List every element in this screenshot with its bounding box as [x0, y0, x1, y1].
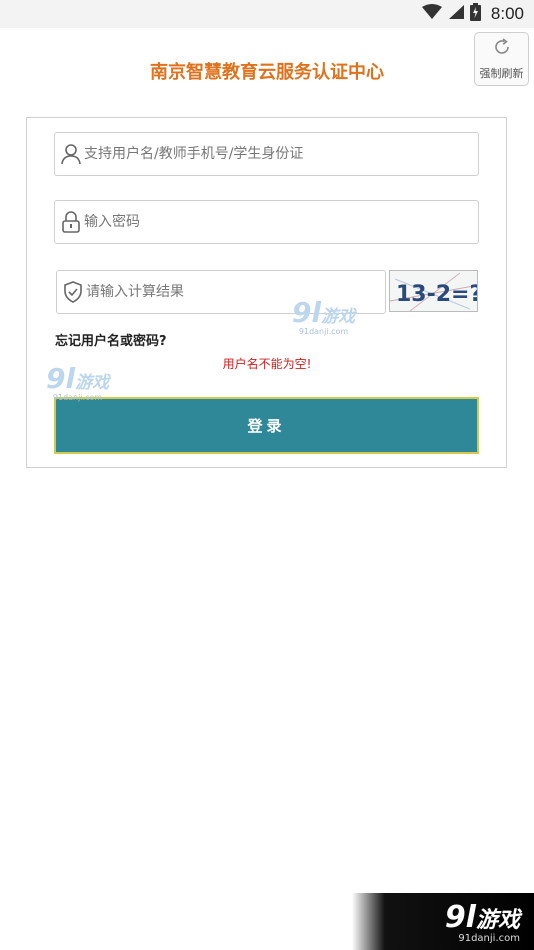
user-icon	[60, 143, 82, 165]
watermark-url: 91danji.com	[458, 932, 520, 944]
status-bar: 8:00	[0, 0, 534, 28]
cellular-signal-icon	[448, 4, 464, 24]
username-field-box	[54, 132, 479, 176]
forgot-password-link[interactable]: 忘记用户名或密码?	[55, 330, 167, 349]
password-field-box	[54, 200, 479, 244]
captcha-field-box	[56, 270, 386, 314]
login-button[interactable]: 登录	[54, 397, 479, 454]
captcha-input[interactable]	[84, 271, 385, 313]
refresh-icon	[492, 37, 512, 65]
password-input[interactable]	[82, 201, 478, 243]
captcha-text: 13-2=?	[396, 282, 478, 307]
status-time: 8:00	[490, 4, 524, 23]
error-message: 用户名不能为空!	[222, 357, 312, 371]
page-title: 南京智慧教育云服务认证中心	[150, 62, 384, 83]
force-refresh-button[interactable]: 强制刷新	[474, 32, 529, 86]
status-icons: 8:00	[421, 3, 524, 25]
captcha-image[interactable]: 13-2=?	[389, 270, 478, 312]
lock-icon	[60, 211, 82, 233]
refresh-label: 强制刷新	[479, 67, 524, 80]
wifi-icon	[421, 4, 442, 24]
watermark-name: 游戏	[475, 907, 520, 933]
shield-icon	[62, 281, 84, 303]
battery-charging-icon	[469, 3, 481, 25]
corner-watermark-banner: 9l 游戏 91danji.com	[352, 893, 534, 950]
watermark-number: 9l	[444, 899, 476, 935]
username-input[interactable]	[82, 133, 478, 175]
